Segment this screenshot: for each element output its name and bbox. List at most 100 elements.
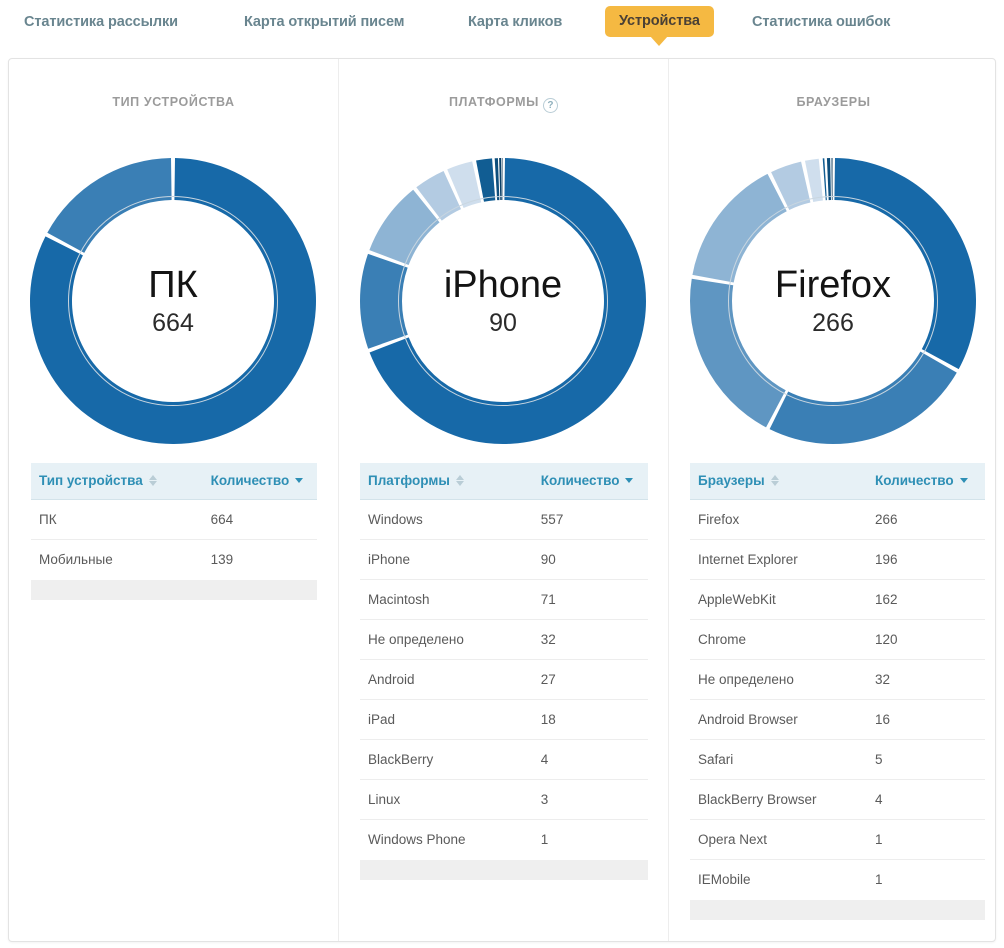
donut-slice[interactable] [831,158,833,201]
cell-name: AppleWebKit [690,579,867,620]
cell-name: Safari [690,739,867,780]
table-row[interactable]: iPhone 90 [360,539,648,580]
donut-slice[interactable] [690,278,786,428]
cell-name: Мобильные [39,552,113,567]
donut-slice[interactable] [494,158,500,201]
stats-table: Платформы Количество Windows 557 iPhone 90 Mac… [360,463,648,859]
tab-2[interactable]: Карта кликов [468,14,562,30]
table-row[interactable]: Не определено 32 [690,659,985,700]
table-row[interactable]: Chrome 120 [690,619,985,660]
table-row[interactable]: BlackBerry Browser 4 [690,779,985,820]
panel-title-text: ТИП УСТРОЙСТВА [112,95,235,109]
cell-name: IEMobile [698,872,751,887]
cell-count: 1 [875,872,883,887]
table-row[interactable]: Windows Phone 1 [360,820,648,860]
tab-0[interactable]: Статистика рассылки [24,14,178,30]
column-header-count[interactable]: Количество [532,463,648,500]
cell-count: 18 [532,699,648,740]
cell-name: Не определено [690,659,867,700]
tab-bar: Статистика рассылки Карта открытий писем К… [0,0,1004,58]
table-row[interactable]: Не определено 32 [360,619,648,660]
cell-name: Firefox [690,499,867,540]
column-header-count-label: Количество [540,473,620,488]
table-header-row: Тип устройства Количество [31,463,317,500]
cell-name: Android [360,659,533,700]
tab-label: Карта открытий писем [244,14,405,30]
cell-name: Opera Next [690,819,867,860]
column-header-name[interactable]: Платформы [360,463,533,500]
cell-name: Chrome [690,619,867,660]
table-row[interactable]: Мобильные 139 [31,540,317,580]
table-row[interactable]: BlackBerry 4 [360,739,648,780]
panel-platforms: ПЛАТФОРМЫ? iPhone 90 Платформы Количество Win… [338,59,668,941]
column-header-count-label: Количество [210,473,290,488]
table-row[interactable]: Macintosh 71 [360,579,648,620]
cell-count: 5 [867,739,985,780]
column-header-name[interactable]: Тип устройства [31,463,203,500]
sort-both-icon[interactable] [770,474,780,487]
table-row[interactable]: iPad 18 [360,699,648,740]
table-row[interactable]: Safari 5 [690,739,985,780]
donut-chart: Firefox 266 [683,151,983,451]
table-row[interactable]: Android 27 [360,659,648,700]
cell-name: Linux [360,779,533,820]
donut-chart: ПК 664 [23,151,323,451]
tab-label: Статистика рассылки [24,14,178,30]
donut-slice[interactable] [360,253,408,349]
devices-stats-card: ТИП УСТРОЙСТВА ПК 664 Тип устройства Количес… [8,58,996,942]
cell-count: 1 [540,832,549,847]
table-row[interactable]: Linux 3 [360,779,648,820]
panel-title: БРАУЗЕРЫ [669,95,995,109]
tab-pointer-icon [650,36,669,46]
table-row[interactable]: Internet Explorer 196 [690,539,985,580]
table-row[interactable]: Android Browser 16 [690,699,985,740]
cell-count: 266 [867,499,985,540]
column-header-name-label: Тип устройства [39,473,143,488]
donut-slice[interactable] [769,351,957,444]
cell-count: 16 [867,699,985,740]
panel-title: ПЛАТФОРМЫ? [339,95,668,113]
cell-count: 196 [867,539,985,580]
table-row[interactable]: Opera Next 1 [690,819,985,860]
panel-browsers: БРАУЗЕРЫ Firefox 266 Браузеры Количество Fire… [668,59,995,941]
column-header-count[interactable]: Количество [867,463,985,500]
donut-slice[interactable] [826,158,831,201]
cell-count: 664 [202,499,317,540]
column-header-name[interactable]: Браузеры [690,463,867,500]
donut-slice[interactable] [834,158,976,370]
sort-descending-icon[interactable] [295,474,304,487]
cell-count: 4 [867,779,985,820]
table-row[interactable]: IEMobile 1 [690,860,985,900]
sort-both-icon[interactable] [455,474,465,487]
tab-4[interactable]: Статистика ошибок [752,14,890,30]
help-icon[interactable]: ? [542,98,558,113]
cell-name: BlackBerry [360,739,533,780]
column-header-count[interactable]: Количество [202,463,317,500]
cell-name: Android Browser [690,699,867,740]
panel-device-type: ТИП УСТРОЙСТВА ПК 664 Тип устройства Количес… [9,59,338,941]
cell-name: iPhone [360,539,533,580]
panel-title-text: БРАУЗЕРЫ [796,95,871,109]
cell-name: Internet Explorer [690,539,867,580]
table-row[interactable]: ПК 664 [31,499,317,540]
table-row[interactable]: AppleWebKit 162 [690,579,985,620]
sort-both-icon[interactable] [148,474,158,487]
table-footer-strip [690,900,985,920]
donut-slice[interactable] [499,158,502,201]
table-row[interactable]: Windows 557 [360,499,648,540]
sort-descending-icon[interactable] [959,474,969,487]
stats-table: Тип устройства Количество ПК 664 Мобильные 13… [31,463,317,579]
donut-slice[interactable] [47,158,172,253]
tab-1[interactable]: Карта открытий писем [244,14,404,30]
column-header-name-label: Браузеры [698,473,765,488]
cell-name: Macintosh [360,579,533,620]
donut-slice[interactable] [692,173,787,283]
stats-table: Браузеры Количество Firefox 266 Internet Exp… [690,463,985,899]
panel-title: ТИП УСТРОЙСТВА [9,95,338,109]
cell-count: 1 [867,819,985,860]
table-row[interactable]: Firefox 266 [690,499,985,540]
donut-slice[interactable] [822,158,827,201]
tab-3-active[interactable]: Устройства [605,6,714,46]
sort-descending-icon[interactable] [625,474,634,487]
cell-count: 3 [532,779,648,820]
